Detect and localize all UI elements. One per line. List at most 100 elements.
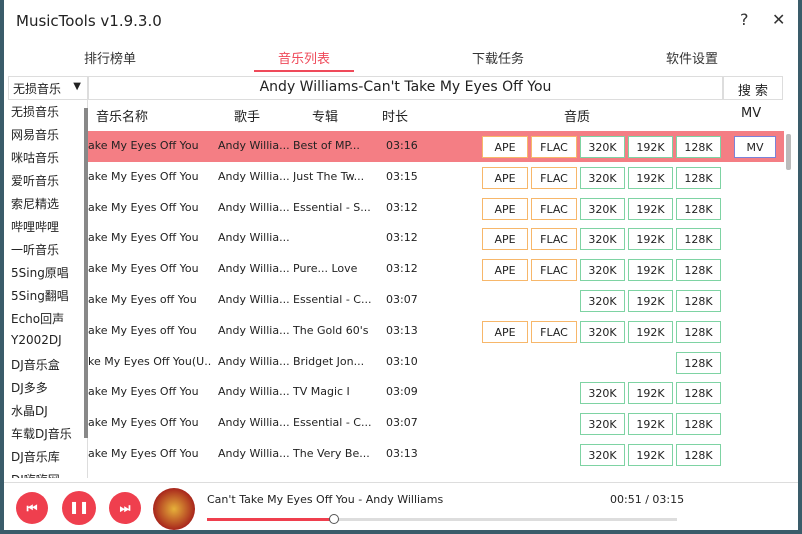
quality-192k-button[interactable]: 192K [628, 197, 673, 220]
quality-320k-button[interactable]: 320K [580, 290, 625, 312]
table-row[interactable]: ake My Eyes Off You Andy Willia... Essen… [88, 193, 784, 224]
table-row[interactable]: ake My Eyes Off You Andy Willia... Just … [88, 162, 784, 193]
previous-button[interactable]: ⏮ [16, 492, 48, 524]
quality-320k-button[interactable]: 320K [580, 444, 625, 466]
quality-ape-button[interactable]: APE [482, 320, 528, 343]
progress-slider[interactable] [207, 514, 677, 524]
col-header-mv: MV [741, 106, 762, 121]
table-row[interactable]: ke My Eyes Off You(U... Andy Willia... B… [88, 347, 784, 378]
next-button[interactable]: ⏭ [109, 492, 141, 524]
quality-flac-button[interactable]: FLAC [531, 228, 577, 251]
quality-320k-button[interactable]: 320K [580, 413, 625, 436]
source-item[interactable]: 一听音乐 [8, 238, 87, 261]
source-item[interactable]: DJ多多 [8, 376, 87, 399]
song-duration: 03:12 [386, 231, 418, 245]
source-item[interactable]: 水晶DJ [8, 399, 87, 422]
search-button[interactable]: 搜 索 [723, 76, 783, 100]
table-row[interactable]: ake My Eyes Off You Andy Willia... The V… [88, 439, 784, 470]
close-button[interactable]: ✕ [772, 10, 785, 29]
source-item[interactable]: 无损音乐 [8, 100, 87, 123]
quality-320k-button[interactable]: 320K [580, 259, 625, 282]
quality-192k-button[interactable]: 192K [628, 166, 673, 189]
col-header-album: 专辑 [312, 110, 339, 125]
quality-320k-button[interactable]: 320K [580, 320, 625, 343]
table-row[interactable]: ake My Eyes off You Andy Willia... The G… [88, 316, 784, 347]
quality-192k-button[interactable]: 192K [628, 136, 673, 158]
source-item[interactable]: 5Sing原唱 [8, 261, 87, 284]
table-row[interactable]: ake My Eyes Off You Andy Willia... TV Ma… [88, 377, 784, 408]
song-name: ake My Eyes Off You [88, 169, 199, 183]
quality-320k-button[interactable]: 320K [580, 166, 625, 189]
tab-settings[interactable]: 软件设置 [632, 48, 752, 67]
pause-button[interactable]: ❚❚ [62, 491, 96, 525]
quality-128k-button[interactable]: 128K [676, 136, 721, 158]
quality-128k-button[interactable]: 128K [676, 351, 721, 374]
quality-192k-button[interactable]: 192K [628, 259, 673, 282]
source-item[interactable]: 爱听音乐 [8, 169, 87, 192]
quality-128k-button[interactable]: 128K [676, 259, 721, 282]
quality-flac-button[interactable]: FLAC [531, 320, 577, 343]
search-input[interactable]: Andy Williams-Can't Take My Eyes Off You [88, 76, 723, 100]
quality-128k-button[interactable]: 128K [676, 320, 721, 343]
tab-charts[interactable]: 排行榜单 [50, 48, 170, 67]
quality-128k-button[interactable]: 128K [676, 197, 721, 220]
quality-ape-button[interactable]: APE [482, 259, 528, 282]
quality-192k-button[interactable]: 192K [628, 290, 673, 312]
quality-128k-button[interactable]: 128K [676, 166, 721, 189]
quality-192k-button[interactable]: 192K [628, 320, 673, 343]
quality-ape-button[interactable]: APE [482, 228, 528, 251]
quality-320k-button[interactable]: 320K [580, 136, 625, 158]
source-item[interactable]: DJ嗨嗨网 [8, 468, 87, 478]
table-row[interactable]: ake My Eyes Off You Andy Willia... 03:12… [88, 223, 784, 254]
quality-flac-button[interactable]: FLAC [531, 166, 577, 189]
quality-ape-button[interactable]: APE [482, 197, 528, 220]
player-bar: ⏮ ❚❚ ⏭ Can't Take My Eyes Off You - Andy… [4, 482, 798, 530]
song-album: Just The Tw... [293, 169, 365, 183]
mv-button[interactable]: MV [734, 136, 776, 158]
song-duration: 03:10 [386, 354, 418, 368]
source-item[interactable]: 咪咕音乐 [8, 146, 87, 169]
source-item[interactable]: 5Sing翻唱 [8, 284, 87, 307]
song-artist: Andy Willia... [218, 200, 290, 214]
quality-128k-button[interactable]: 128K [676, 228, 721, 251]
song-duration: 03:07 [386, 293, 418, 306]
table-row[interactable]: ake My Eyes off You Andy Willia... Essen… [88, 285, 784, 316]
source-item[interactable]: 哔哩哔哩 [8, 215, 87, 238]
quality-ape-button[interactable]: APE [482, 166, 528, 189]
source-item[interactable]: Echo回声 [8, 307, 87, 330]
quality-flac-button[interactable]: FLAC [531, 197, 577, 220]
song-artist: Andy Willia... [218, 139, 290, 152]
table-row[interactable]: ake My Eyes Off You Andy Willia... Best … [88, 131, 784, 162]
help-button[interactable]: ? [740, 10, 749, 29]
song-artist: Andy Willia... [218, 385, 290, 399]
quality-128k-button[interactable]: 128K [676, 413, 721, 436]
quality-flac-button[interactable]: FLAC [531, 259, 577, 282]
song-album: TV Magic I [293, 385, 350, 399]
quality-192k-button[interactable]: 192K [628, 444, 673, 466]
quality-ape-button[interactable]: APE [482, 136, 528, 158]
quality-flac-button[interactable]: FLAC [531, 136, 577, 158]
source-item[interactable]: DJ音乐库 [8, 445, 87, 468]
source-item[interactable]: Y2002DJ [8, 330, 87, 353]
source-item[interactable]: 网易音乐 [8, 123, 87, 146]
quality-192k-button[interactable]: 192K [628, 382, 673, 405]
source-item[interactable]: DJ音乐盒 [8, 353, 87, 376]
table-scrollbar[interactable] [786, 134, 791, 170]
source-item[interactable]: 索尼精选 [8, 192, 87, 215]
quality-192k-button[interactable]: 192K [628, 228, 673, 251]
quality-128k-button[interactable]: 128K [676, 444, 721, 466]
quality-128k-button[interactable]: 128K [676, 290, 721, 312]
source-item[interactable]: 车载DJ音乐 [8, 422, 87, 445]
song-artist: Andy Willia... [218, 447, 290, 460]
tab-music-list[interactable]: 音乐列表 [244, 48, 364, 72]
quality-128k-button[interactable]: 128K [676, 382, 721, 405]
quality-320k-button[interactable]: 320K [580, 228, 625, 251]
table-row[interactable]: ake My Eyes Off You Andy Willia... Essen… [88, 408, 784, 439]
tab-downloads[interactable]: 下载任务 [438, 48, 558, 67]
progress-knob[interactable] [328, 514, 339, 524]
quality-192k-button[interactable]: 192K [628, 413, 673, 436]
quality-320k-button[interactable]: 320K [580, 382, 625, 405]
source-select[interactable]: 无损音乐 ▼ [8, 76, 88, 100]
table-row[interactable]: ake My Eyes Off You Andy Willia... Pure.… [88, 254, 784, 285]
quality-320k-button[interactable]: 320K [580, 197, 625, 220]
